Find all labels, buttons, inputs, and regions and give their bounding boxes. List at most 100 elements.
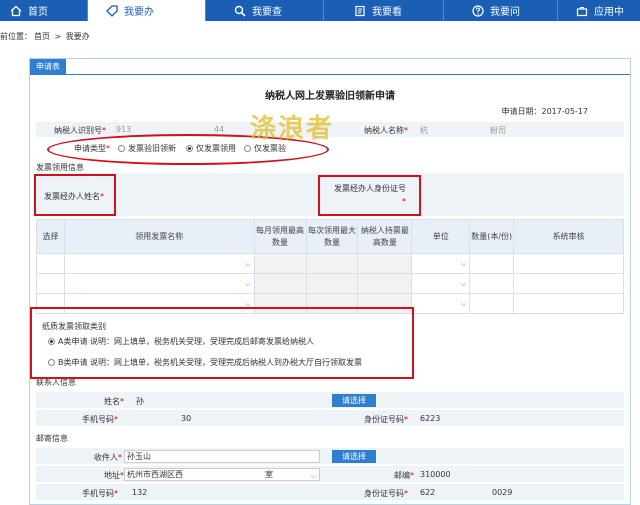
nav-tab-label: 我要办 [124,7,154,18]
address-label: 地址* [104,471,124,480]
mail-mobile-row: 手机号码* 132 身份证号码* 622 0029 [36,484,624,501]
highlight-box [30,307,414,379]
contact-name-row: 姓名* 孙 请选择 [36,392,624,409]
table-cell [357,253,413,274]
contact-mobile-label: 手机号码* [82,415,118,424]
table-cell [305,253,359,274]
nav-tab-label: 首页 [28,7,48,18]
contact-name-field[interactable]: 孙 [136,396,144,407]
table-header: 选择 [36,219,65,254]
taxpayer-name-label: 纳税人名称* [364,126,408,135]
breadcrumb-prefix: 前位置： [0,32,32,41]
taxpayer-name-field-tail: 粉司 [490,126,506,135]
nav-tab-home[interactable]: 首页 [0,0,88,21]
briefcase-icon [576,6,588,16]
watermark: 涤浪者 [250,114,335,144]
address-field-tail: 室 [265,470,273,479]
tag-icon [106,4,118,17]
contact-idno-label: 身份证号码* [364,415,408,424]
nav-tab-label: 应用中 [594,7,624,18]
nav-tab-query[interactable]: 我要查 [206,0,324,21]
chevron-down-icon: ⌵ [245,260,251,268]
invoice-section-title: 发票领用信息 [36,163,84,172]
unit-select[interactable]: ⌵ [411,273,471,294]
apply-date: 申请日期：2017-05-17 [501,107,589,116]
table-header: 纳税人持票最高数量 [357,219,413,254]
chevron-down-icon: ⌵ [245,280,251,288]
recipient-label: 收件人* [94,453,122,462]
tab-application-form[interactable]: 申请表 [30,59,66,74]
unit-select[interactable]: ⌵ [411,293,471,314]
table-cell [253,273,307,294]
question-icon [472,4,484,17]
address-field-value: 杭州市西湖区西 [127,470,183,479]
invoice-name-select[interactable]: ⌵ [63,273,255,294]
mail-mobile-field[interactable]: 132 [132,488,147,497]
table-cell [253,253,307,274]
panel-divider [30,74,630,75]
table-header: 数量(本/份) [469,219,515,254]
table-header: 领用发票名称 [63,219,255,254]
highlight-box [34,174,116,216]
contact-name-label: 姓名* [104,397,124,406]
invoice-name-select[interactable]: ⌵ [63,253,255,274]
table-header: 系统审核 [513,219,624,254]
chevron-down-icon: ⌵ [460,280,467,288]
breadcrumb-separator: > [54,32,62,41]
nav-tab-label: 我要看 [372,7,402,18]
unit-select[interactable]: ⌵ [411,253,471,274]
nav-tab-apps[interactable]: 应用中 [558,0,640,21]
contact-idno-field[interactable]: 6223 [420,414,440,423]
table-header: 单位 [411,219,471,254]
table-header: 每月领用最高数量 [253,219,307,254]
table-cell [513,273,624,294]
zip-label: 邮编* [394,471,414,480]
home-icon [10,5,22,16]
top-nav: 首页 我要办 我要查 我要看 我要问 应用中 [0,0,640,21]
quantity-input[interactable] [469,253,515,274]
nav-tab-view[interactable]: 我要看 [324,0,444,21]
nav-tab-label: 我要问 [490,7,520,18]
mail-section-title: 邮寄信息 [36,434,68,443]
nav-tab-todo[interactable]: 我要办 [88,0,206,21]
address-field[interactable]: 杭州市西湖区西 室 ⌵ [124,468,320,481]
taxpayer-name-field[interactable]: 杭 [420,125,428,136]
select-recipient-button[interactable]: 请选择 [332,450,376,463]
nav-tab-ask[interactable]: 我要问 [444,0,558,21]
taxpayer-id-label: 纳税人识别号* [54,126,106,135]
mail-mobile-label: 手机号码* [82,489,118,498]
book-icon [355,5,365,16]
chevron-down-icon: ⌵ [460,260,467,268]
contact-mobile-field[interactable]: 30 [181,414,191,423]
breadcrumb-current: 我要办 [65,32,90,41]
table-cell [357,273,413,294]
breadcrumb-home[interactable]: 首页 [34,32,50,41]
breadcrumb: 前位置： 首页 > 我要办 [0,31,92,42]
zip-field[interactable]: 310000 [420,470,451,479]
table-header: 每次领用最大数量 [305,219,359,254]
quantity-input[interactable] [469,293,515,314]
taxpayer-id-field[interactable]: 913 [116,125,131,134]
invoice-table: 选择 领用发票名称 每月领用最高数量 每次领用最大数量 纳税人持票最高数量 单位… [36,219,624,314]
recipient-field[interactable]: 孙玉山 [124,450,320,463]
taxpayer-id-field-tail: 44 [214,125,225,134]
table-header-row: 选择 领用发票名称 每月领用最高数量 每次领用最大数量 纳税人持票最高数量 单位… [36,219,624,254]
mail-idno-label: 身份证号码* [364,489,408,498]
table-cell [305,273,359,294]
mail-idno-field[interactable]: 622 [420,488,435,497]
nav-tab-label: 我要查 [252,7,282,18]
highlight-box [318,175,421,216]
table-cell [513,253,624,274]
select-contact-button[interactable]: 请选择 [332,394,376,407]
chevron-down-icon: ⌵ [460,300,467,308]
chevron-down-icon: ⌵ [310,472,316,480]
address-row: 地址* 杭州市西湖区西 室 ⌵ 邮编* 310000 [36,466,624,483]
page-title: 纳税人网上发票验旧领新申请 [265,91,395,102]
select-cell[interactable] [36,273,65,294]
table-row: ⌵ ⌵ [36,253,624,274]
contact-mobile-row: 手机号码* 30 身份证号码* 6223 [36,410,624,427]
quantity-input[interactable] [469,273,515,294]
search-icon [234,5,246,17]
table-row: ⌵ ⌵ [36,273,624,294]
select-cell[interactable] [36,253,65,274]
